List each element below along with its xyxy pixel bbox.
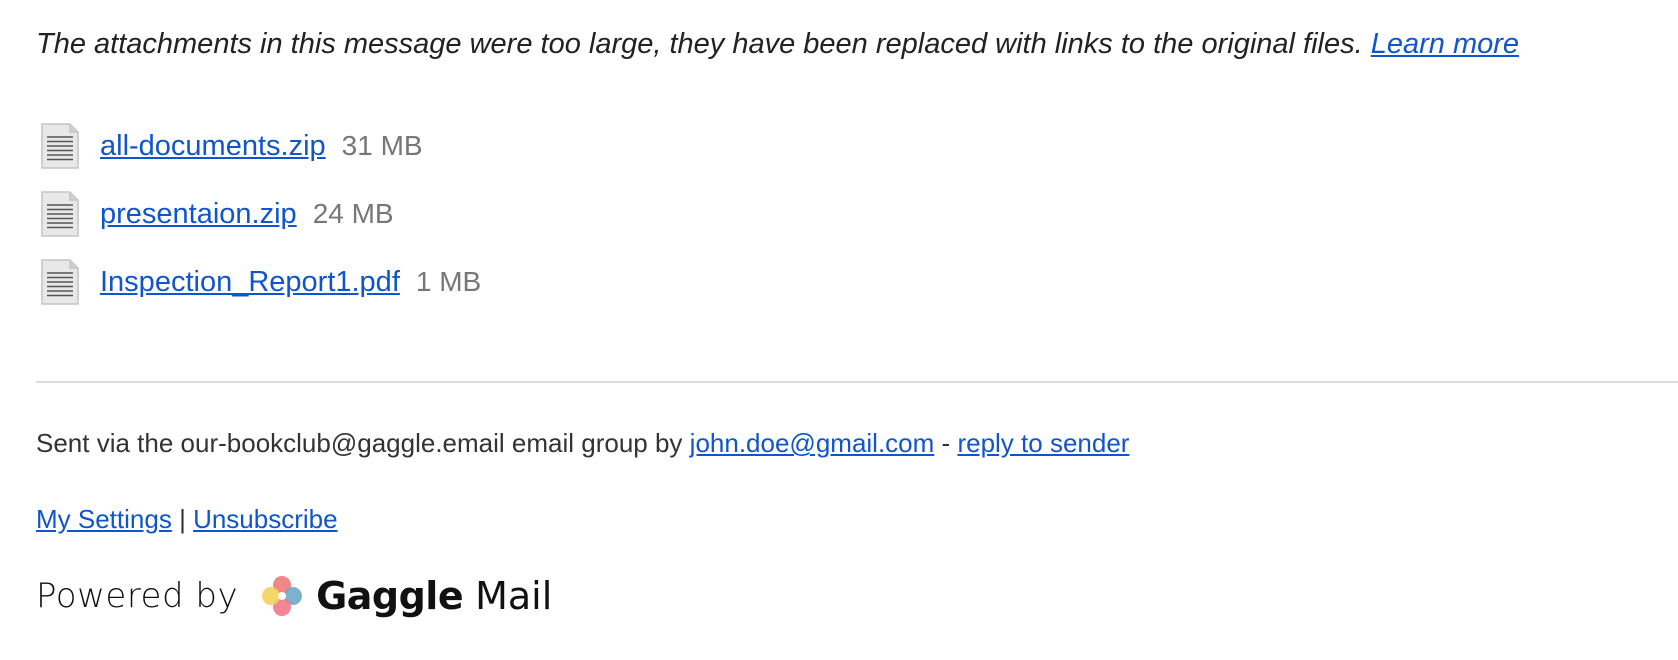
- footer-divider: [36, 381, 1678, 383]
- attachment-size: 31 MB: [341, 130, 423, 161]
- attachment-list: all-documents.zip 31 MB presentaion.zip …: [40, 112, 481, 316]
- learn-more-link[interactable]: Learn more: [1371, 28, 1519, 60]
- group-footer: Sent via the our-bookclub@gaggle.email e…: [36, 428, 1129, 459]
- notice-text: The attachments in this message were too…: [36, 28, 1363, 60]
- attachment-size: 1 MB: [415, 266, 482, 297]
- brand-name-light: Mail: [475, 574, 553, 618]
- reply-to-sender-link[interactable]: reply to sender: [957, 428, 1129, 458]
- settings-links: My Settings | Unsubscribe: [36, 504, 338, 535]
- gaggle-logo-icon: [262, 576, 303, 616]
- attachment-link[interactable]: Inspection_Report1.pdf: [100, 266, 400, 299]
- attachment-link[interactable]: all-documents.zip: [100, 130, 326, 163]
- attachment-item: all-documents.zip 31 MB: [40, 112, 481, 180]
- document-icon: [41, 259, 79, 305]
- brand-name-bold: Gaggle: [316, 574, 464, 618]
- link-separator: |: [179, 504, 186, 534]
- document-icon: [41, 123, 79, 169]
- my-settings-link[interactable]: My Settings: [36, 504, 172, 534]
- unsubscribe-link[interactable]: Unsubscribe: [193, 504, 338, 534]
- attachment-link[interactable]: presentaion.zip: [100, 198, 297, 231]
- powered-by-text: Powered by: [36, 576, 239, 616]
- attachment-item: Inspection_Report1.pdf 1 MB: [40, 248, 481, 316]
- sent-via-text: Sent via the our-bookclub@gaggle.email e…: [36, 428, 683, 458]
- powered-by-badge[interactable]: Powered by Gaggle Mail: [36, 574, 552, 618]
- footer-dash: -: [941, 428, 951, 458]
- attachment-item: presentaion.zip 24 MB: [40, 180, 481, 248]
- attachment-size: 24 MB: [312, 198, 394, 229]
- document-icon: [41, 191, 79, 237]
- sender-email-link[interactable]: john.doe@gmail.com: [690, 428, 935, 458]
- attachment-notice: The attachments in this message were too…: [36, 28, 1519, 61]
